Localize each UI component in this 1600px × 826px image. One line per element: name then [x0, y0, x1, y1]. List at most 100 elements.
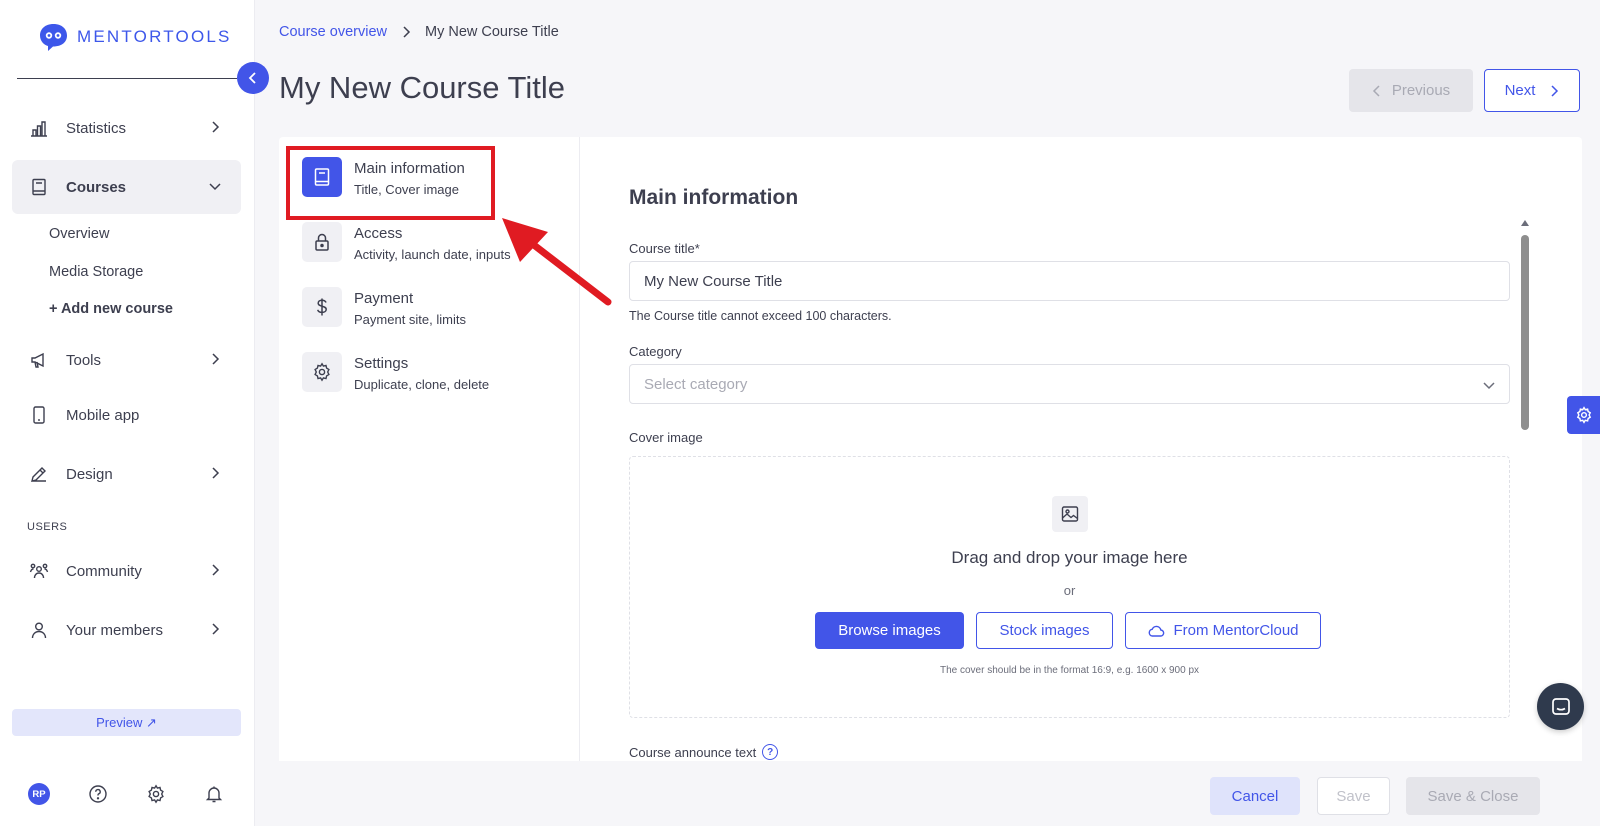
chevron-right-icon	[212, 121, 220, 133]
scroll-thumb[interactable]	[1521, 235, 1529, 430]
chevron-right-icon	[212, 564, 220, 576]
chevron-down-icon	[209, 183, 221, 191]
category-label: Category	[629, 344, 682, 359]
step-title: Settings	[354, 355, 409, 372]
save-and-close-button[interactable]: Save & Close	[1406, 777, 1540, 815]
logo[interactable]: MENTORTOOLS	[38, 22, 232, 52]
gear-icon	[302, 352, 342, 392]
sidebar-item-label: Statistics	[66, 119, 127, 137]
chat-launcher-button[interactable]	[1537, 683, 1584, 730]
sidebar-item-statistics[interactable]: Statistics	[12, 101, 241, 155]
lock-icon	[302, 222, 342, 262]
settings-tab-button[interactable]	[1567, 396, 1600, 434]
chevron-right-icon	[1551, 84, 1559, 97]
sidebar-item-community[interactable]: Community	[12, 544, 241, 598]
next-button[interactable]: Next	[1484, 69, 1580, 112]
step-subtitle: Activity, launch date, inputs	[354, 247, 511, 262]
chevron-left-icon	[248, 72, 256, 84]
footer-bar	[255, 761, 1600, 826]
avatar[interactable]: RP	[28, 783, 50, 805]
step-payment[interactable]: Payment Payment site, limits	[302, 287, 466, 327]
help-icon[interactable]	[88, 784, 108, 804]
sidebar-divider	[17, 78, 237, 79]
from-mentorcloud-button[interactable]: From MentorCloud	[1125, 612, 1321, 649]
sidebar-subitem-add-course[interactable]: + Add new course	[49, 301, 173, 317]
help-icon[interactable]: ?	[762, 744, 779, 760]
breadcrumb-link-course-overview[interactable]: Course overview	[279, 24, 387, 40]
chevron-down-icon	[1483, 382, 1495, 390]
chevron-right-icon	[212, 623, 220, 635]
community-icon	[28, 560, 50, 582]
dollar-icon	[302, 287, 342, 327]
browse-images-button[interactable]: Browse images	[815, 612, 964, 649]
dropzone-text: Drag and drop your image here	[951, 548, 1188, 567]
sidebar-item-label: Design	[66, 465, 113, 483]
sidebar-subitem-overview[interactable]: Overview	[49, 226, 109, 242]
step-access[interactable]: Access Activity, launch date, inputs	[302, 222, 511, 262]
bar-chart-icon	[28, 117, 50, 139]
category-placeholder: Select category	[644, 375, 748, 393]
preview-button[interactable]: Preview ↗	[12, 709, 241, 736]
phone-icon	[28, 404, 50, 426]
gear-icon	[1576, 406, 1591, 424]
cloud-icon	[1149, 625, 1165, 637]
cover-image-dropzone[interactable]: Drag and drop your image here or Browse …	[629, 456, 1510, 718]
step-subtitle: Payment site, limits	[354, 312, 466, 327]
dropzone-or: or	[1063, 583, 1076, 598]
sidebar-item-your-members[interactable]: Your members	[12, 603, 241, 657]
sidebar: MENTORTOOLS Statistics Courses Overview …	[0, 0, 255, 826]
sidebar-footer: RP	[28, 783, 224, 805]
stock-images-button[interactable]: Stock images	[976, 612, 1113, 649]
cover-image-label: Cover image	[629, 430, 703, 445]
logo-mark-icon	[40, 24, 67, 51]
sidebar-item-label: Mobile app	[66, 406, 140, 424]
chat-icon	[1551, 697, 1570, 715]
pencil-icon	[28, 463, 50, 485]
category-select[interactable]: Select category	[629, 364, 1510, 404]
from-mentorcloud-label: From MentorCloud	[1173, 622, 1299, 639]
logo-text: MENTORTOOLS	[77, 27, 232, 46]
save-button[interactable]: Save	[1317, 777, 1390, 815]
cover-format-note: The cover should be in the format 16:9, …	[939, 665, 1200, 676]
megaphone-icon	[28, 349, 50, 371]
sidebar-item-mobile-app[interactable]: Mobile app	[12, 388, 241, 442]
section-title: Main information	[629, 186, 799, 209]
previous-label: Previous	[1391, 82, 1451, 99]
chevron-right-icon	[212, 353, 220, 365]
image-icon	[1052, 496, 1088, 532]
book-icon	[28, 176, 50, 198]
next-label: Next	[1504, 82, 1536, 99]
dropzone-buttons: Browse images Stock images From MentorCl…	[815, 612, 1321, 649]
step-title: Access	[354, 225, 403, 242]
previous-button[interactable]: Previous	[1349, 69, 1473, 112]
sidebar-item-label: Courses	[66, 178, 127, 196]
chevron-left-icon	[1372, 84, 1380, 97]
sidebar-item-design[interactable]: Design	[12, 447, 241, 501]
main-information-form: Main information Course title* My New Co…	[629, 137, 1510, 761]
bell-icon[interactable]	[204, 784, 224, 804]
course-title-label: Course title*	[629, 241, 700, 256]
chevron-right-icon	[212, 467, 220, 479]
sidebar-item-tools[interactable]: Tools	[12, 333, 241, 387]
highlight-box	[286, 146, 495, 220]
cancel-button[interactable]: Cancel	[1210, 777, 1300, 815]
breadcrumb-current: My New Course Title	[425, 24, 559, 40]
sidebar-item-label: Your members	[66, 621, 163, 639]
page-title: My New Course Title	[279, 70, 565, 105]
collapse-sidebar-button[interactable]	[237, 62, 269, 94]
gear-icon[interactable]	[146, 784, 166, 804]
annotation-arrow-icon	[502, 218, 612, 306]
step-subtitle: Duplicate, clone, delete	[354, 377, 490, 392]
course-title-hint: The Course title cannot exceed 100 chara…	[629, 309, 892, 323]
step-settings[interactable]: Settings Duplicate, clone, delete	[302, 352, 489, 392]
sidebar-subitem-media-storage[interactable]: Media Storage	[49, 264, 143, 280]
step-title: Payment	[354, 290, 414, 307]
course-title-input[interactable]: My New Course Title	[629, 261, 1510, 301]
section-label-users: USERS	[27, 521, 68, 533]
sidebar-item-label: Tools	[66, 351, 102, 369]
scrollbar[interactable]	[1520, 219, 1529, 759]
announce-label: Course announce text	[629, 744, 757, 760]
sidebar-item-courses[interactable]: Courses	[12, 160, 241, 214]
scroll-up-arrow-icon[interactable]	[1520, 219, 1530, 227]
chevron-right-icon	[403, 26, 411, 38]
